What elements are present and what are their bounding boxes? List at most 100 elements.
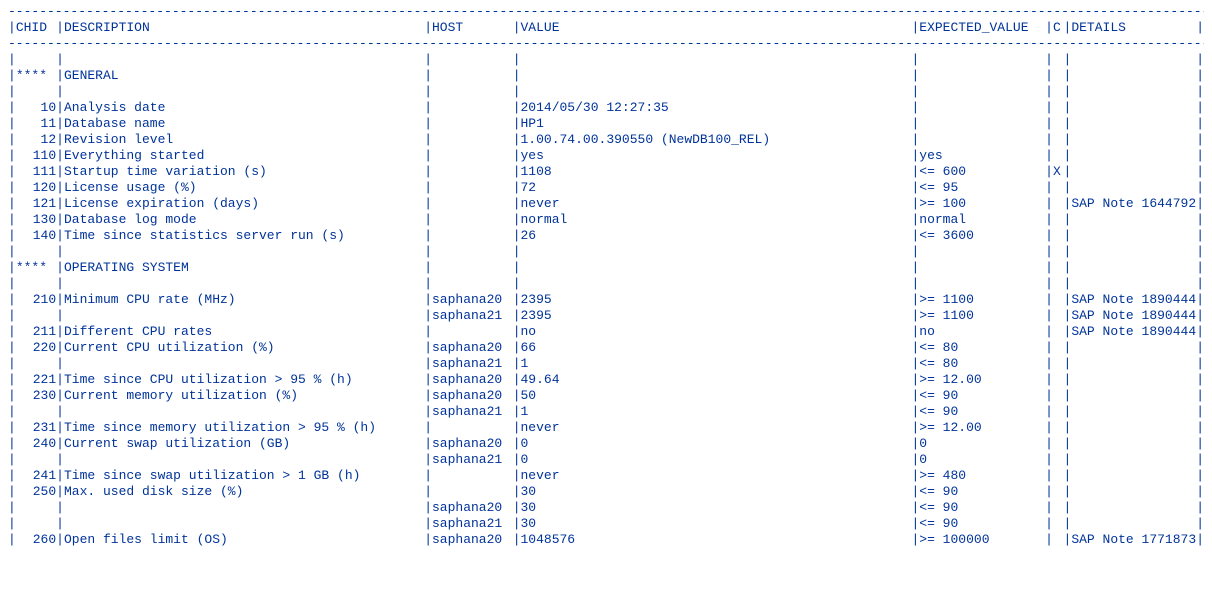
column-separator: [1196, 372, 1204, 388]
table-row: saphana212395>= 1100SAP Note 1890444: [8, 308, 1204, 324]
column-separator: [424, 324, 432, 340]
cell-host: [432, 52, 513, 68]
cell-details: [1071, 164, 1196, 180]
column-separator: [513, 356, 521, 372]
cell-expected: >= 1100: [919, 308, 1045, 324]
table-row: 230Current memory utilization (%)saphana…: [8, 388, 1204, 404]
cell-chid: 10: [16, 100, 56, 116]
cell-details: SAP Note 1890444: [1071, 308, 1196, 324]
column-separator: [8, 436, 16, 452]
column-separator: [513, 276, 521, 292]
cell-value: 1.00.74.00.390550 (NewDB100_REL): [521, 132, 912, 148]
cell-desc: Time since memory utilization > 95 % (h): [64, 420, 424, 436]
column-separator: [8, 404, 16, 420]
cell-expected: >= 1100: [919, 292, 1045, 308]
column-separator: [1045, 116, 1053, 132]
cell-desc: Database name: [64, 116, 424, 132]
cell-expected: <= 90: [919, 500, 1045, 516]
cell-chid: [16, 276, 56, 292]
table-row: 121License expiration (days)never>= 100S…: [8, 196, 1204, 212]
column-separator: [8, 420, 16, 436]
column-separator: [1045, 100, 1053, 116]
cell-expected: <= 90: [919, 388, 1045, 404]
column-separator: [424, 244, 432, 260]
column-separator: [1196, 404, 1204, 420]
column-separator: [1045, 452, 1053, 468]
column-separator: [1196, 388, 1204, 404]
column-separator: [56, 212, 64, 228]
column-separator: [424, 116, 432, 132]
column-separator: [424, 212, 432, 228]
column-separator: [1045, 468, 1053, 484]
column-separator: [1196, 276, 1204, 292]
column-separator: [1064, 260, 1072, 276]
column-separator: [1064, 20, 1072, 36]
column-separator: [1064, 132, 1072, 148]
cell-c: [1053, 244, 1064, 260]
column-separator: [1196, 180, 1204, 196]
section-title: OPERATING SYSTEM: [64, 260, 424, 276]
cell-desc: Current swap utilization (GB): [64, 436, 424, 452]
column-separator: [513, 244, 521, 260]
cell-details: [1071, 180, 1196, 196]
column-separator: [424, 196, 432, 212]
cell-host: saphana21: [432, 516, 513, 532]
column-separator: [1064, 372, 1072, 388]
column-separator: [1064, 116, 1072, 132]
column-separator: [8, 516, 16, 532]
cell-desc: [64, 308, 424, 324]
cell-c: [1053, 420, 1064, 436]
column-separator: [424, 20, 432, 36]
column-separator: [56, 116, 64, 132]
column-separator: [911, 532, 919, 548]
cell-details: [1071, 404, 1196, 420]
cell-value: 1: [521, 404, 912, 420]
column-separator: [513, 468, 521, 484]
column-separator: [1196, 84, 1204, 100]
col-header-description: DESCRIPTION: [64, 20, 424, 36]
cell-chid: [16, 404, 56, 420]
column-separator: [424, 228, 432, 244]
cell-details: [1071, 52, 1196, 68]
cell-c: [1053, 148, 1064, 164]
cell-value: [521, 276, 912, 292]
column-separator: [56, 68, 64, 84]
cell-value: 72: [521, 180, 912, 196]
column-separator: [56, 404, 64, 420]
cell-value: yes: [521, 148, 912, 164]
column-separator: [1064, 452, 1072, 468]
column-separator: [1196, 20, 1204, 36]
column-separator: [8, 324, 16, 340]
cell-host: saphana20: [432, 532, 513, 548]
cell-chid: 121: [16, 196, 56, 212]
cell-host: [432, 196, 513, 212]
cell-c: [1053, 196, 1064, 212]
cell-host: [432, 148, 513, 164]
cell-value: [521, 244, 912, 260]
table-row: [8, 244, 1204, 260]
section-title: GENERAL: [64, 68, 424, 84]
cell-chid: 220: [16, 340, 56, 356]
column-separator: [424, 516, 432, 532]
cell-c: [1053, 212, 1064, 228]
column-separator: [1196, 420, 1204, 436]
cell-value: 50: [521, 388, 912, 404]
cell-host: saphana21: [432, 404, 513, 420]
cell-chid: 11: [16, 116, 56, 132]
cell-host: [432, 468, 513, 484]
column-separator: [8, 116, 16, 132]
column-separator: [1064, 356, 1072, 372]
cell-expected: >= 12.00: [919, 372, 1045, 388]
column-separator: [1045, 148, 1053, 164]
column-separator: [911, 84, 919, 100]
table-row: 111Startup time variation (s)1108<= 600X: [8, 164, 1204, 180]
column-separator: [8, 372, 16, 388]
table-row: 240Current swap utilization (GB)saphana2…: [8, 436, 1204, 452]
column-separator: [1196, 452, 1204, 468]
column-separator: [8, 244, 16, 260]
column-separator: [56, 340, 64, 356]
column-separator: [513, 372, 521, 388]
column-separator: [1064, 212, 1072, 228]
column-separator: [424, 484, 432, 500]
column-separator: [1045, 196, 1053, 212]
